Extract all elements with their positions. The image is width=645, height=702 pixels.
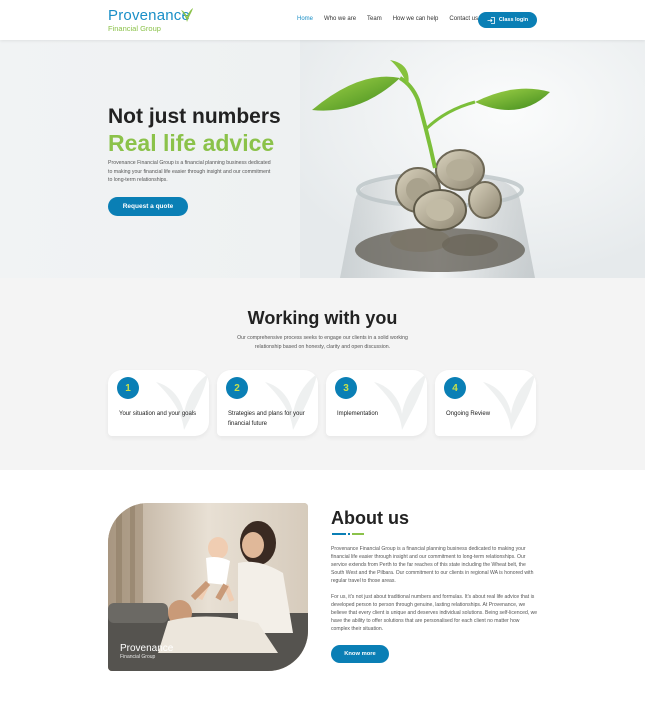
leaf-watermark-icon: [374, 374, 426, 430]
about-title: About us: [331, 508, 409, 528]
request-quote-button[interactable]: Request a quote: [108, 197, 188, 216]
divider-green: [352, 533, 364, 535]
step-card[interactable]: 2 Strategies and plans for your financia…: [217, 370, 318, 436]
step-number: 1: [117, 377, 139, 399]
step-label: Ongoing Review: [446, 411, 491, 417]
hero-section: Not just numbers Real life advice Proven…: [0, 40, 645, 278]
family-photo: Provenance Financial Group: [108, 503, 308, 671]
logo-subtitle: Financial Group: [108, 24, 161, 33]
step-card[interactable]: 3 Implementation: [326, 370, 427, 436]
divider-dot: [348, 533, 350, 535]
divider-blue: [332, 533, 346, 535]
plant-coins-jar-illustration: [300, 40, 645, 278]
step-card[interactable]: 4 Ongoing Review: [435, 370, 536, 436]
nav-contact-us[interactable]: Contact us: [449, 16, 478, 22]
about-paragraph-1: Provenance Financial Group is a financia…: [331, 546, 534, 584]
photo-logo: Provenance Financial Group: [120, 644, 173, 661]
nav-team[interactable]: Team: [367, 16, 382, 22]
logo-name: Provenance: [108, 7, 191, 24]
leaf-watermark-icon: [483, 374, 535, 430]
working-title: Working with you: [247, 308, 398, 328]
about-paragraph-2: For us, it's not just about traditional …: [331, 594, 538, 632]
hero-description: Provenance Financial Group is a financia…: [108, 160, 271, 183]
hero-title: Not just numbers: [108, 105, 281, 128]
photo-logo-name: Provenance: [120, 643, 174, 654]
working-subtitle: Our comprehensive process seeks to engag…: [237, 335, 408, 350]
leaf-icon: [181, 8, 193, 22]
logo[interactable]: Provenance Financial Group: [108, 7, 193, 33]
working-section: Working with you Our comprehensive proce…: [0, 278, 645, 470]
step-number: 4: [444, 377, 466, 399]
nav-home[interactable]: Home: [297, 16, 313, 22]
class-login-button[interactable]: Class login: [478, 12, 537, 28]
know-more-button[interactable]: Know more: [331, 645, 389, 663]
class-login-label: Class login: [498, 17, 529, 23]
leaf-watermark-icon: [156, 374, 208, 430]
nav-how-we-can-help[interactable]: How we can help: [393, 16, 439, 22]
step-label: Strategies and plans for your financial …: [228, 411, 305, 427]
step-number: 2: [226, 377, 248, 399]
step-label: Implementation: [337, 411, 379, 417]
photo-logo-subtitle: Financial Group: [120, 654, 156, 660]
nav-who-we-are[interactable]: Who we are: [324, 16, 356, 22]
hero-subtitle: Real life advice: [108, 130, 275, 156]
step-card[interactable]: 1 Your situation and your goals: [108, 370, 209, 436]
step-number: 3: [335, 377, 357, 399]
site-header: Provenance Financial Group Home Who we a…: [0, 0, 645, 40]
login-icon: [487, 16, 495, 24]
main-nav: Home Who we are Team How we can help Con…: [297, 16, 489, 22]
step-label: Your situation and your goals: [119, 411, 197, 417]
